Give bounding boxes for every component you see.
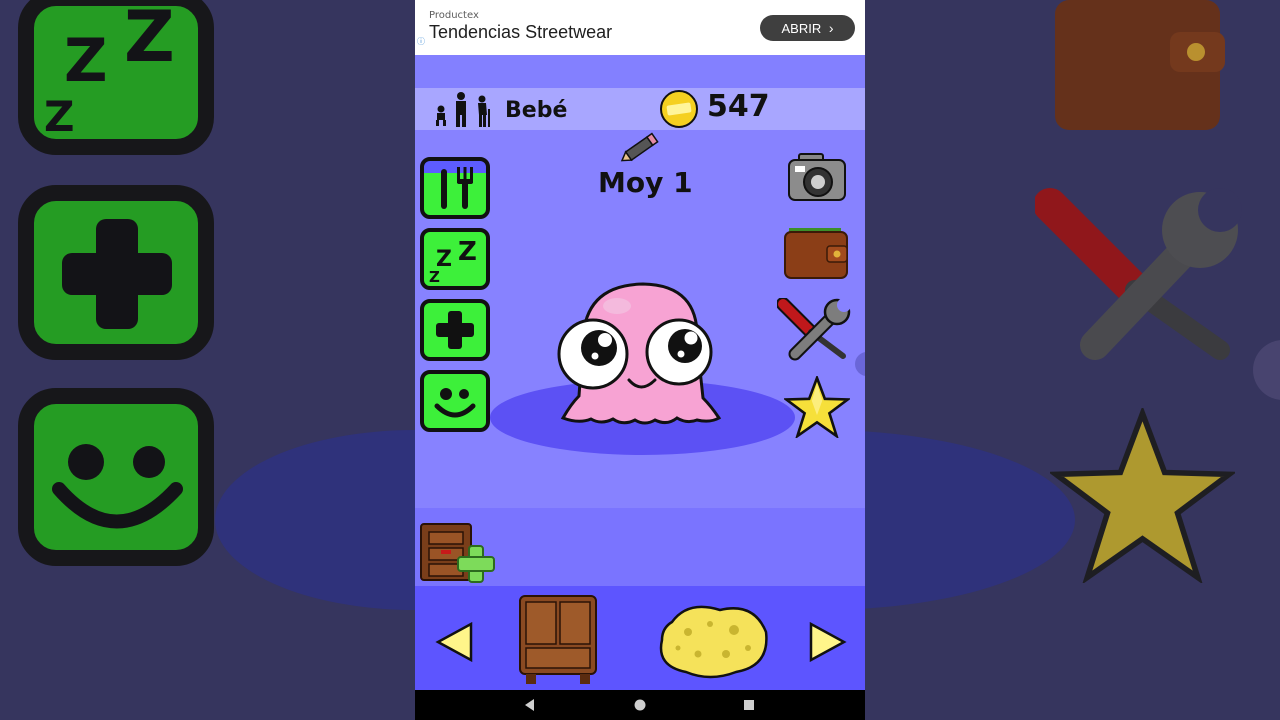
info-icon[interactable]: ⓘ: [417, 36, 425, 47]
health-button[interactable]: [420, 299, 490, 361]
smiley-icon: [434, 388, 476, 418]
background-left-blur: Z Z Z: [0, 0, 415, 720]
sleep-zzz-icon: Z Z Z: [429, 237, 477, 286]
bottom-toolbar: [415, 586, 865, 690]
add-furniture-icon[interactable]: [419, 520, 497, 584]
star-favorite-icon[interactable]: [784, 376, 850, 438]
wardrobe-icon[interactable]: [518, 594, 598, 686]
svg-text:Z: Z: [124, 6, 175, 78]
android-nav-bar: [415, 690, 865, 720]
bg-sleep-tile: Z Z Z: [18, 0, 214, 155]
wallet-icon[interactable]: [783, 226, 851, 282]
ad-title[interactable]: Tendencias Streetwear: [429, 22, 612, 43]
sponge-icon[interactable]: [658, 602, 770, 680]
bg-tools-icon: [1035, 188, 1242, 360]
ad-open-label: ABRIR: [781, 21, 822, 36]
family-age-icon[interactable]: [432, 91, 494, 127]
feed-button[interactable]: [420, 157, 490, 219]
age-stage-label: Bebé: [505, 98, 568, 123]
bg-health-tile: [18, 185, 214, 360]
svg-text:Z: Z: [64, 26, 108, 96]
svg-text:Z: Z: [458, 237, 477, 267]
coin-count: 547: [707, 89, 770, 124]
chevron-right-icon: ›: [828, 20, 834, 36]
next-arrow-icon[interactable]: [807, 622, 847, 662]
tools-settings-icon[interactable]: [777, 298, 853, 364]
svg-text:Z: Z: [429, 268, 440, 286]
coin-icon: [660, 90, 698, 128]
pet-moy[interactable]: [555, 280, 727, 428]
background-right-blur: [865, 0, 1280, 720]
prev-arrow-icon[interactable]: [435, 622, 475, 662]
camera-icon[interactable]: [787, 152, 847, 204]
pet-name[interactable]: Moy 1: [598, 166, 693, 199]
svg-text:Z: Z: [44, 92, 74, 139]
ad-banner[interactable]: Productex Tendencias Streetwear ⓘ ABRIR …: [415, 0, 865, 55]
ad-open-button[interactable]: ABRIR ›: [760, 15, 855, 41]
status-bar: Bebé 547: [415, 88, 865, 130]
nav-home-icon[interactable]: [633, 698, 647, 712]
nav-back-icon[interactable]: [523, 698, 537, 712]
fork-knife-icon: [441, 167, 473, 209]
top-margin: [415, 55, 865, 88]
plus-health-icon: [436, 311, 474, 349]
bg-mood-tile: [18, 388, 214, 566]
pencil-edit-icon[interactable]: [620, 131, 660, 165]
bg-star-icon: [1050, 408, 1235, 583]
bg-wallet-icon: [1055, 0, 1225, 130]
mood-button[interactable]: [420, 370, 490, 432]
ad-source: Productex: [429, 10, 479, 21]
game-phone-screen: Productex Tendencias Streetwear ⓘ ABRIR …: [415, 0, 865, 720]
sleep-button[interactable]: Z Z Z: [420, 228, 490, 290]
nav-recents-icon[interactable]: [743, 699, 755, 711]
